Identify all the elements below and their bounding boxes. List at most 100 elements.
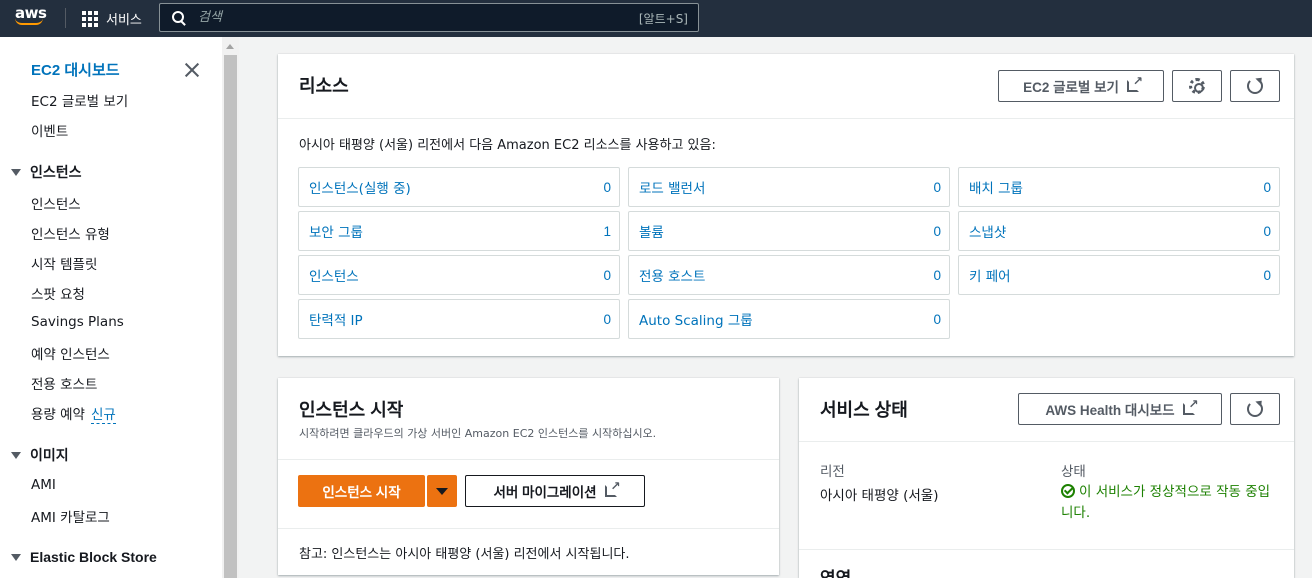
gear-icon [1189, 78, 1205, 94]
caret-down-icon [436, 487, 448, 495]
button-label: 서버 마이그레이션 [493, 485, 597, 500]
resource-tile-placement-groups[interactable]: 배치 그룹 0 [958, 167, 1280, 207]
tile-label: 탄력적 IP [309, 313, 363, 329]
section-title: 인스턴스 [30, 164, 82, 180]
resource-tile-instances[interactable]: 인스턴스 0 [298, 255, 620, 295]
sidebar-item-capacity-reservations[interactable]: 용량 예약 신규 [31, 403, 116, 424]
sidebar-item-dedicated-hosts[interactable]: 전용 호스트 [31, 373, 97, 393]
sidebar-item-spot-requests[interactable]: 스팟 요청 [31, 283, 85, 303]
launch-options-dropdown-button[interactable] [427, 475, 457, 507]
tile-label: 키 페어 [969, 269, 1011, 285]
sidebar-section-instances[interactable]: 인스턴스 [11, 162, 82, 182]
refresh-health-button[interactable] [1230, 393, 1280, 425]
tile-label: 볼륨 [639, 225, 664, 241]
sidebar-item-instance-types[interactable]: 인스턴스 유형 [31, 223, 110, 243]
tile-count: 0 [1263, 223, 1271, 239]
sidebar-item-savings-plans[interactable]: Savings Plans [31, 314, 124, 330]
section-title: 이미지 [30, 447, 69, 463]
divider [278, 459, 779, 460]
tile-label: 보안 그룹 [309, 225, 363, 241]
zones-heading: 영역 [820, 564, 851, 578]
tile-count: 0 [603, 311, 611, 327]
caret-down-icon [11, 553, 21, 561]
server-migration-button[interactable]: 서버 마이그레이션 [465, 475, 645, 507]
search-box[interactable]: [알트+S] [159, 3, 699, 32]
tile-count: 0 [933, 223, 941, 239]
tile-label: 로드 밸런서 [639, 181, 706, 197]
tile-count: 0 [933, 311, 941, 327]
search-icon [172, 10, 186, 25]
sidebar-item-launch-templates[interactable]: 시작 템플릿 [31, 253, 97, 273]
scroll-up-icon[interactable] [226, 44, 234, 49]
resource-tile-load-balancers[interactable]: 로드 밸런서 0 [628, 167, 950, 207]
resource-tile-running-instances[interactable]: 인스턴스(실행 중) 0 [298, 167, 620, 207]
tile-label: 인스턴스(실행 중) [309, 181, 411, 197]
sidebar-item-instances[interactable]: 인스턴스 [31, 193, 81, 213]
search-input[interactable] [198, 10, 618, 25]
resources-panel: 리소스 EC2 글로벌 보기 아시아 태평양 (서울) 리전에서 다음 Amaz… [278, 54, 1294, 356]
resource-tile-security-groups[interactable]: 보안 그룹 1 [298, 211, 620, 251]
tile-label: 배치 그룹 [969, 181, 1023, 197]
launch-instance-button[interactable]: 인스턴스 시작 [298, 475, 425, 507]
tile-count: 0 [1263, 267, 1271, 283]
divider [799, 441, 1294, 442]
sidebar-section-images[interactable]: 이미지 [11, 445, 69, 465]
aws-health-dashboard-button[interactable]: AWS Health 대시보드 [1018, 393, 1222, 425]
divider [799, 549, 1294, 550]
close-icon[interactable] [183, 61, 201, 79]
sidebar-item-reserved-instances[interactable]: 예약 인스턴스 [31, 343, 110, 363]
resources-title: 리소스 [299, 76, 349, 96]
resources-description: 아시아 태평양 (서울) 리전에서 다음 Amazon EC2 리소스를 사용하… [299, 138, 716, 153]
status-value: 이 서비스가 정상적으로 작동 중입니다. [1061, 482, 1281, 524]
top-navigation: aws 서비스 [알트+S] [0, 0, 1312, 37]
sidebar-scrollbar[interactable] [222, 37, 239, 578]
status-label: 상태 [1061, 464, 1086, 480]
refresh-button[interactable] [1230, 70, 1280, 102]
settings-button[interactable] [1172, 70, 1222, 102]
sidebar-section-ebs[interactable]: Elastic Block Store [11, 549, 157, 565]
launch-instance-panel: 인스턴스 시작 시작하려면 클라우드의 가상 서버인 Amazon EC2 인스… [278, 378, 779, 575]
tile-count: 0 [603, 179, 611, 195]
launch-note: 참고: 인스턴스는 아시아 태평양 (서울) 리전에서 시작됩니다. [299, 547, 630, 562]
status-text: 이 서비스가 정상적으로 작동 중입니다. [1061, 484, 1271, 521]
sidebar-item-ec2-global-view[interactable]: EC2 글로벌 보기 [31, 90, 128, 110]
region-value: 아시아 태평양 (서울) [820, 488, 939, 504]
tile-label: 인스턴스 [309, 269, 359, 285]
tile-label: 스냅샷 [969, 225, 1007, 241]
external-link-icon [1126, 74, 1143, 92]
search-shortcut: [알트+S] [638, 12, 688, 26]
sidebar-item-events[interactable]: 이벤트 [31, 120, 68, 140]
caret-down-icon [11, 168, 21, 176]
service-health-title: 서비스 상태 [820, 400, 908, 420]
resource-tile-elastic-ips[interactable]: 탄력적 IP 0 [298, 299, 620, 339]
resource-tile-key-pairs[interactable]: 키 페어 0 [958, 255, 1280, 295]
services-menu-button[interactable]: 서비스 [82, 9, 142, 28]
sidebar-item-ec2-dashboard[interactable]: EC2 대시보드 [31, 59, 120, 80]
resource-tile-snapshots[interactable]: 스냅샷 0 [958, 211, 1280, 251]
sidebar-item-ami[interactable]: AMI [31, 477, 56, 493]
refresh-icon [1247, 78, 1263, 94]
aws-logo[interactable]: aws [15, 6, 49, 30]
services-label: 서비스 [106, 12, 142, 27]
sidebar-item-ami-catalog[interactable]: AMI 카탈로그 [31, 506, 110, 526]
sidebar: EC2 대시보드 EC2 글로벌 보기 이벤트 인스턴스 인스턴스 인스턴스 유… [0, 37, 222, 578]
service-health-panel: 서비스 상태 AWS Health 대시보드 리전 아시아 태평양 (서울) 상… [799, 378, 1294, 578]
section-title: Elastic Block Store [30, 549, 157, 565]
tile-label: 전용 호스트 [639, 269, 706, 285]
button-label: AWS Health 대시보드 [1045, 403, 1175, 418]
resource-tile-volumes[interactable]: 볼륨 0 [628, 211, 950, 251]
aws-logo-text: aws [15, 4, 47, 22]
grid-icon [82, 10, 98, 27]
item-label: 용량 예약 [31, 407, 85, 423]
new-badge: 신규 [90, 407, 116, 424]
scrollbar-thumb[interactable] [224, 55, 237, 578]
tile-count: 1 [603, 223, 611, 239]
ec2-global-view-button[interactable]: EC2 글로벌 보기 [998, 70, 1164, 102]
button-label: EC2 글로벌 보기 [1023, 80, 1119, 95]
resource-tile-dedicated-hosts[interactable]: 전용 호스트 0 [628, 255, 950, 295]
refresh-icon [1247, 401, 1263, 417]
check-circle-icon [1061, 484, 1075, 498]
resource-tile-auto-scaling-groups[interactable]: Auto Scaling 그룹 0 [628, 299, 950, 339]
launch-description: 시작하려면 클라우드의 가상 서버인 Amazon EC2 인스턴스를 시작하십… [299, 427, 657, 440]
external-link-icon [604, 479, 621, 497]
